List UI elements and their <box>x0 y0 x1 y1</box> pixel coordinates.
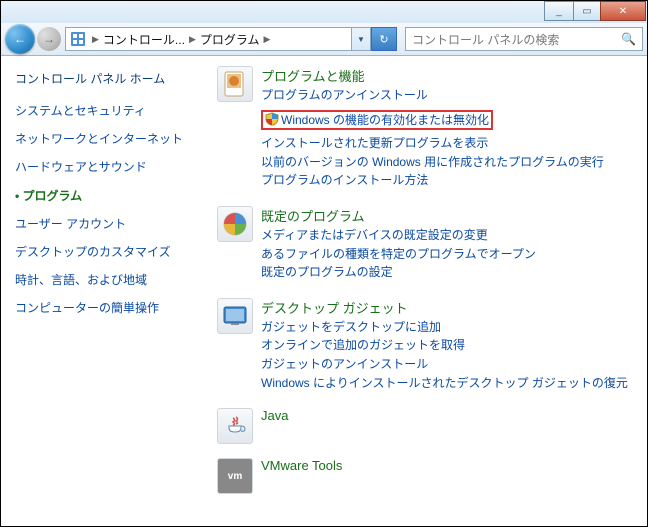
chevron-right-icon: ▶ <box>187 34 198 45</box>
address-bar-wrap: ▶ コントロール... ▶ プログラム ▶ ▼ ↻ <box>65 27 397 51</box>
link-uninstall[interactable]: プログラムのアンインストール <box>261 88 643 104</box>
section-col: 既定のプログラム メディアまたはデバイスの既定設定の変更 あるファイルの種類を特… <box>261 206 643 284</box>
sidebar-item-programs[interactable]: プログラム <box>15 188 201 204</box>
breadcrumb-seg-1[interactable]: コントロール... <box>101 31 187 48</box>
sidebar-item-hardware[interactable]: ハードウェアとサウンド <box>15 159 201 175</box>
link-online-gadgets[interactable]: オンラインで追加のガジェットを取得 <box>261 338 643 354</box>
minimize-button[interactable]: _ <box>544 1 574 21</box>
sidebar-item-network[interactable]: ネットワークとインターネット <box>15 131 201 147</box>
java-icon <box>217 408 253 444</box>
breadcrumb-seg-2[interactable]: プログラム <box>198 31 262 48</box>
section-gadgets: デスクトップ ガジェット ガジェットをデスクトップに追加 オンラインで追加のガジ… <box>217 298 643 394</box>
section-default-programs: 既定のプログラム メディアまたはデバイスの既定設定の変更 あるファイルの種類を特… <box>217 206 643 284</box>
address-dropdown[interactable]: ▼ <box>352 27 371 51</box>
sidebar-item-clock[interactable]: 時計、言語、および地域 <box>15 272 201 288</box>
sidebar-item-system[interactable]: システムとセキュリティ <box>15 103 201 119</box>
link-default-settings[interactable]: 既定のプログラムの設定 <box>261 265 643 281</box>
link-media-default[interactable]: メディアまたはデバイスの既定設定の変更 <box>261 228 643 244</box>
section-title-default[interactable]: 既定のプログラム <box>261 206 643 225</box>
link-uninstall-gadgets[interactable]: ガジェットのアンインストール <box>261 357 643 373</box>
sidebar-home[interactable]: コントロール パネル ホーム <box>15 70 201 87</box>
address-bar[interactable]: ▶ コントロール... ▶ プログラム ▶ <box>65 27 352 51</box>
link-windows-features[interactable]: Windows の機能の有効化または無効化 <box>261 110 493 131</box>
close-button[interactable]: ✕ <box>600 1 646 21</box>
sidebar: コントロール パネル ホーム システムとセキュリティ ネットワークとインターネッ… <box>1 56 211 526</box>
gadgets-icon <box>217 298 253 334</box>
section-title-gadgets[interactable]: デスクトップ ガジェット <box>261 298 643 317</box>
forward-button[interactable]: → <box>37 27 61 51</box>
section-col: VMware Tools <box>261 458 643 494</box>
link-windows-features-text: Windows の機能の有効化または無効化 <box>281 113 489 127</box>
section-col: プログラムと機能 プログラムのアンインストール Windows の機能の有効化ま… <box>261 66 643 192</box>
section-programs: プログラムと機能 プログラムのアンインストール Windows の機能の有効化ま… <box>217 66 643 192</box>
default-programs-icon <box>217 206 253 242</box>
link-filetype[interactable]: あるファイルの種類を特定のプログラムでオープン <box>261 247 643 263</box>
section-col: Java <box>261 408 643 444</box>
link-old-windows[interactable]: 以前のバージョンの Windows 用に作成されたプログラムの実行 <box>261 155 643 171</box>
search-input[interactable]: コントロール パネルの検索 🔍 <box>405 27 643 51</box>
chevron-right-icon: ▶ <box>262 34 273 45</box>
search-placeholder: コントロール パネルの検索 <box>406 31 559 48</box>
section-java: Java <box>217 408 643 444</box>
body: コントロール パネル ホーム システムとセキュリティ ネットワークとインターネッ… <box>1 56 647 526</box>
section-col: デスクトップ ガジェット ガジェットをデスクトップに追加 オンラインで追加のガジ… <box>261 298 643 394</box>
control-panel-icon <box>70 31 86 47</box>
section-title-java[interactable]: Java <box>261 408 643 423</box>
back-button[interactable]: ← <box>5 24 35 54</box>
window: _ ▭ ✕ ← → ▶ コントロール... ▶ プログラム ▶ ▼ ↻ コントロ… <box>0 0 648 527</box>
chevron-right-icon: ▶ <box>90 34 101 45</box>
titlebar: _ ▭ ✕ <box>1 1 647 23</box>
refresh-button[interactable]: ↻ <box>371 27 397 51</box>
window-buttons: _ ▭ ✕ <box>545 1 646 21</box>
link-restore-gadgets[interactable]: Windows によりインストールされたデスクトップ ガジェットの復元 <box>261 376 643 392</box>
vmware-icon: vm <box>217 458 253 494</box>
link-add-gadget[interactable]: ガジェットをデスクトップに追加 <box>261 320 643 336</box>
sidebar-item-users[interactable]: ユーザー アカウント <box>15 216 201 232</box>
shield-icon <box>265 112 279 126</box>
sidebar-item-ease[interactable]: コンピューターの簡単操作 <box>15 300 201 316</box>
main: プログラムと機能 プログラムのアンインストール Windows の機能の有効化ま… <box>211 56 647 526</box>
programs-icon <box>217 66 253 102</box>
link-install-method[interactable]: プログラムのインストール方法 <box>261 173 643 189</box>
section-vmware: vm VMware Tools <box>217 458 643 494</box>
section-title-vmware[interactable]: VMware Tools <box>261 458 643 473</box>
navbar: ← → ▶ コントロール... ▶ プログラム ▶ ▼ ↻ コントロール パネル… <box>1 23 647 56</box>
search-icon: 🔍 <box>621 32 642 46</box>
sidebar-item-desktop[interactable]: デスクトップのカスタマイズ <box>15 244 201 260</box>
link-view-updates[interactable]: インストールされた更新プログラムを表示 <box>261 136 643 152</box>
section-title-programs[interactable]: プログラムと機能 <box>261 66 643 85</box>
maximize-button[interactable]: ▭ <box>573 1 601 21</box>
